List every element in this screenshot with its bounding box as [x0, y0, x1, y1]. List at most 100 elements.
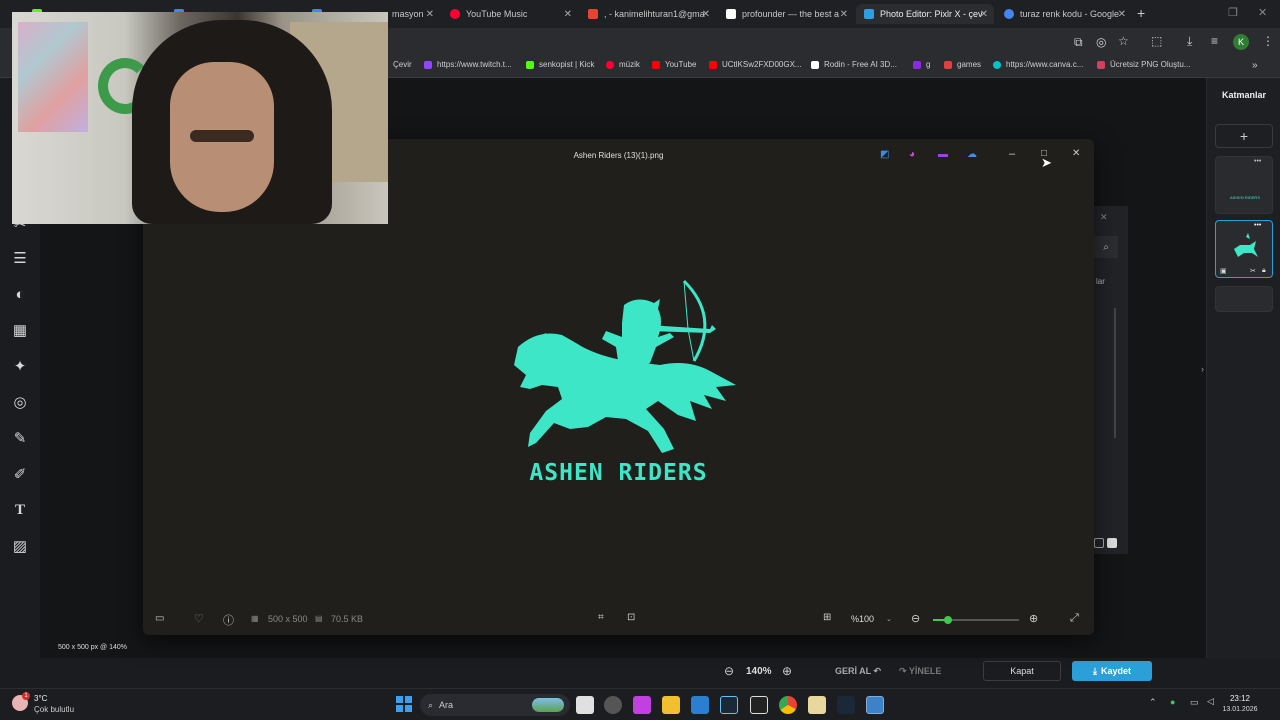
add-layer-button[interactable]: +	[1215, 124, 1273, 148]
profile-avatar[interactable]: K	[1233, 34, 1249, 50]
close-window-icon[interactable]: ✕	[1258, 6, 1267, 19]
visual-search-icon[interactable]: ⊡	[627, 612, 635, 623]
bookmark-youtube[interactable]: YouTube	[652, 60, 696, 69]
bookmark-muzik[interactable]: müzik	[606, 60, 640, 69]
bookmark-rodin[interactable]: Rodin - Free AI 3D...	[811, 60, 897, 69]
panel-close-icon[interactable]: ✕	[1100, 212, 1108, 223]
search-box[interactable]: ⌕ Ara	[420, 694, 570, 716]
layer-text-thumbnail[interactable]: ••• ASHEN RIDERS	[1215, 156, 1273, 214]
tab-google-search[interactable]: turaz renk kodu - Google ✕	[996, 4, 1132, 24]
bookmark-channel[interactable]: UCtlKSw2FXD00GX...	[709, 60, 802, 69]
file-explorer-icon[interactable]	[662, 696, 680, 714]
star-icon[interactable]: ☆	[1118, 34, 1129, 48]
steam-icon[interactable]	[720, 696, 738, 714]
bookmark-canva[interactable]: https://www.canva.c...	[993, 60, 1083, 69]
tab-profounder[interactable]: profounder — the best a ✕	[718, 4, 854, 24]
chevron-up-icon[interactable]: ⌃	[1149, 697, 1157, 708]
filter-icon[interactable]: ▦	[10, 320, 30, 340]
download-icon[interactable]: ⤓	[1187, 34, 1192, 49]
heal-icon[interactable]: ✎	[10, 428, 30, 448]
layer-menu-icon[interactable]: •••	[1254, 222, 1261, 229]
bookmark-cevir[interactable]: Çevir	[393, 60, 412, 69]
bookmark-g[interactable]: g	[913, 60, 930, 69]
clock-date[interactable]: 13.01.2026	[1220, 706, 1260, 713]
zoom-slider-thumb[interactable]	[944, 616, 953, 624]
view-toggle-active-icon[interactable]	[1107, 538, 1117, 548]
photos-icon[interactable]	[866, 696, 884, 714]
crop-icon[interactable]: ⌗	[598, 612, 604, 623]
weather-desc[interactable]: Çok bulutlu	[34, 705, 74, 714]
save-button[interactable]: ⤓ Kaydet	[1072, 661, 1152, 681]
pattern-icon[interactable]: ▨	[10, 536, 30, 556]
zoom-out-icon[interactable]: ⊖	[724, 664, 734, 678]
close-viewer-icon[interactable]: ✕	[1072, 148, 1080, 159]
volume-icon[interactable]: ◁	[1207, 696, 1214, 707]
layer-background-thumbnail[interactable]	[1215, 286, 1273, 312]
paint-icon[interactable]: ◕	[909, 149, 915, 160]
lock-icon[interactable]: 🔒︎	[1262, 267, 1266, 275]
edit-icon[interactable]: ◩	[880, 149, 889, 160]
view-toggle-icon[interactable]	[1094, 538, 1104, 548]
steam-icon-2[interactable]	[837, 696, 855, 714]
info-icon[interactable]: ⓘ	[223, 612, 234, 628]
close-tab-icon[interactable]: ✕	[564, 9, 572, 20]
bookmark-kick[interactable]: senkopist | Kick	[526, 60, 594, 69]
chat-app-icon[interactable]	[604, 696, 622, 714]
bookmark-twitch[interactable]: https://www.twitch.t...	[424, 60, 512, 69]
adjust-icon[interactable]: ☰	[10, 248, 30, 268]
close-tab-icon[interactable]: ✕	[1118, 9, 1126, 20]
panel-scrollbar[interactable]	[1114, 308, 1116, 438]
eye-off-icon[interactable]: ◎	[1096, 35, 1106, 49]
zoom-in-icon[interactable]: ⊕	[1029, 612, 1038, 625]
more-bookmarks-button[interactable]: »	[1252, 60, 1258, 71]
chrome-icon[interactable]	[779, 696, 797, 714]
favorite-icon[interactable]: ♡	[194, 612, 204, 625]
start-button[interactable]	[396, 696, 412, 712]
layer-menu-icon[interactable]: •••	[1254, 158, 1261, 165]
liquify-icon[interactable]: ◎	[10, 392, 30, 412]
task-view-icon[interactable]	[576, 696, 594, 714]
fullscreen-icon[interactable]: ⤢	[1070, 612, 1079, 625]
microphone-icon[interactable]: ●	[1170, 697, 1175, 707]
store-icon[interactable]	[691, 696, 709, 714]
new-tab-button[interactable]: +	[1137, 5, 1145, 21]
close-tab-icon[interactable]: ✕	[702, 9, 710, 20]
collapse-panel-icon[interactable]: ›	[1201, 364, 1204, 374]
extensions-icon[interactable]: ⬚	[1151, 34, 1162, 48]
tab-gmail[interactable]: , - kanimelihturan1@gma ✕	[580, 4, 716, 24]
zoom-in-icon[interactable]: ⊕	[782, 664, 792, 678]
close-button[interactable]: Kapat	[983, 661, 1061, 681]
redo-button[interactable]: ↷ YİNELE	[899, 666, 941, 677]
text-tool-icon[interactable]: T	[10, 500, 30, 520]
scissors-icon[interactable]: ✂	[1250, 267, 1256, 275]
restore-window-icon[interactable]: ❐	[1228, 6, 1238, 19]
tab-youtube-music[interactable]: YouTube Music ✕	[442, 4, 578, 24]
app-icon[interactable]	[808, 696, 826, 714]
zoom-slider[interactable]	[933, 616, 1019, 624]
twitch-app-icon[interactable]	[633, 696, 651, 714]
ai-sparkle-icon[interactable]: ✦	[10, 356, 30, 376]
tab-pixlr[interactable]: Photo Editor: Pixlr X - çev ✕	[856, 4, 994, 24]
cast-icon[interactable]: ⧉	[1074, 35, 1083, 50]
onedrive-icon[interactable]: ☁	[967, 149, 977, 160]
close-tab-icon[interactable]: ✕	[980, 9, 988, 20]
fit-to-window-icon[interactable]: ⊞	[823, 612, 831, 623]
weather-temp[interactable]: 3°C	[34, 694, 47, 703]
media-control-icon[interactable]: ≡	[1211, 34, 1218, 48]
zoom-select[interactable]: %100 ⌄	[845, 609, 899, 629]
search-icon[interactable]: ⌕	[1094, 236, 1118, 258]
brush-icon[interactable]: ✐	[10, 464, 30, 484]
close-tab-icon[interactable]: ✕	[426, 9, 434, 20]
contrast-icon[interactable]: ◐	[10, 284, 30, 304]
minimize-icon[interactable]: –	[1009, 148, 1015, 160]
filmstrip-icon[interactable]: ▭	[155, 613, 164, 624]
epic-games-icon[interactable]	[750, 696, 768, 714]
bookmark-games[interactable]: games	[944, 60, 981, 69]
clipchamp-icon[interactable]: ▬	[938, 149, 948, 160]
layer-image-thumbnail[interactable]: ••• ▣ ✂ 🔒︎	[1215, 220, 1273, 278]
network-icon[interactable]: ▭	[1190, 697, 1199, 708]
clock-time[interactable]: 23:12	[1220, 694, 1260, 703]
zoom-out-icon[interactable]: ⊖	[911, 612, 920, 625]
more-menu-icon[interactable]: ⋮	[1262, 34, 1274, 48]
close-tab-icon[interactable]: ✕	[840, 9, 848, 20]
